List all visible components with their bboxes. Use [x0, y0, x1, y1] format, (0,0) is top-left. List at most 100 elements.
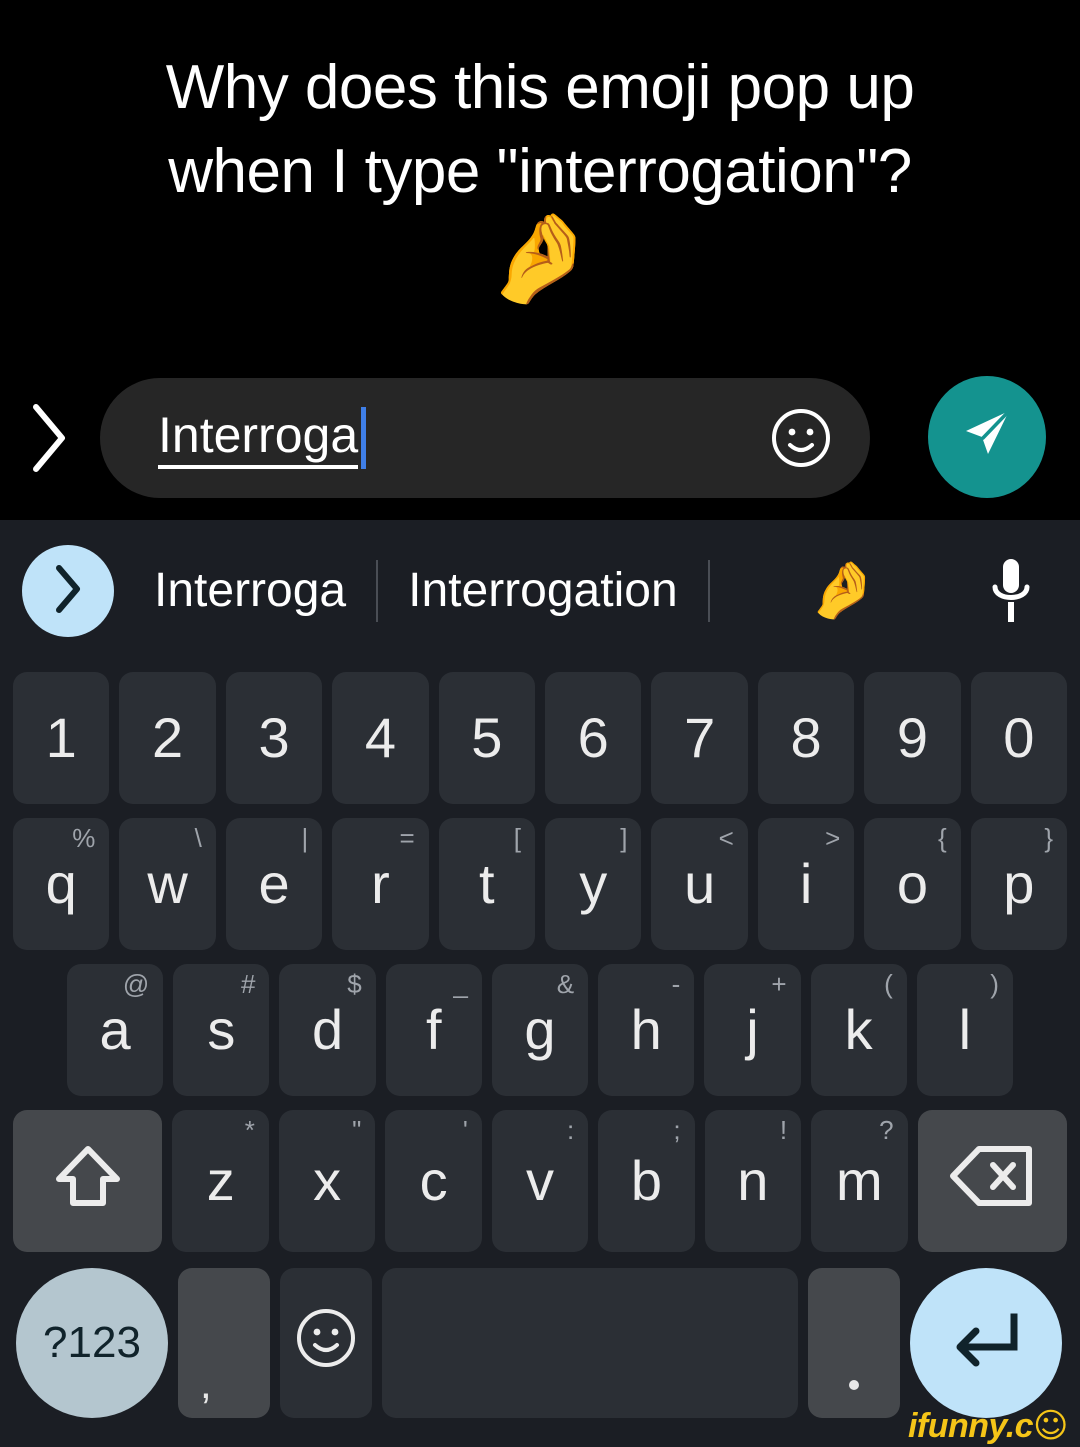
emoji-key[interactable] [280, 1268, 372, 1418]
keyboard-row-top: % q \ w | e = r [t ] y < u > i {o } p [0, 818, 1080, 950]
key-9[interactable]: 9 [864, 672, 961, 804]
key-label: 9 [896, 706, 929, 769]
suggestion-strip: Interroga Interrogation 🤌 [0, 520, 1080, 662]
symbols-toggle-key[interactable]: ?123 [16, 1268, 168, 1418]
key-label: l [958, 998, 972, 1061]
key-f[interactable]: _ f [385, 964, 482, 1096]
voice-input-button[interactable] [984, 554, 1038, 628]
key-n[interactable]: ! n [704, 1110, 802, 1252]
message-input-field[interactable]: Interroga [100, 378, 870, 498]
key-sublabel: \ [194, 823, 202, 853]
key-sublabel: | [301, 823, 309, 853]
key-label: 8 [790, 706, 822, 769]
key-2[interactable]: 2 [119, 672, 216, 804]
key-sublabel: $ [347, 969, 362, 999]
key-label: d [311, 998, 344, 1061]
key-label: v [526, 1149, 554, 1212]
key-g[interactable]: & g [491, 964, 589, 1096]
key-3[interactable]: 3 [225, 672, 323, 804]
ifunny-watermark: ifunny.c☺ [907, 1407, 1069, 1445]
key-label: w [147, 852, 188, 915]
key-label: q [45, 852, 77, 915]
suggestion-expand-button[interactable] [22, 545, 114, 637]
key-k[interactable]: (k [810, 964, 907, 1096]
key-i[interactable]: > i [757, 818, 855, 950]
key-e[interactable]: | e [225, 818, 323, 950]
key-m[interactable]: ? m [811, 1110, 908, 1252]
key-sublabel: # [240, 969, 256, 999]
key-0[interactable]: 0 [970, 672, 1068, 804]
key-label: k [844, 998, 873, 1061]
key-u[interactable]: < u [651, 818, 748, 950]
key-sublabel: < [718, 823, 734, 853]
period-key[interactable] [808, 1268, 900, 1418]
key-s[interactable]: # s [173, 964, 270, 1096]
key-label: 2 [152, 706, 184, 769]
send-button[interactable] [928, 376, 1046, 498]
key-r[interactable]: = r [332, 818, 429, 950]
key-label: u [684, 852, 716, 915]
suggestion-divider [707, 560, 710, 622]
smiley-face-icon [770, 409, 832, 473]
send-paper-plane-icon [952, 400, 1022, 475]
key-label: 5 [471, 706, 503, 769]
shift-key[interactable] [13, 1110, 163, 1252]
key-sublabel: % [72, 823, 96, 853]
suggestion-item-0[interactable]: Interroga [124, 565, 376, 617]
key-p[interactable]: } p [970, 818, 1068, 950]
key-1[interactable]: 1 [13, 672, 110, 804]
key-d[interactable]: $ d [279, 964, 376, 1096]
key-a[interactable]: @ a [67, 964, 164, 1096]
key-label: r [371, 852, 390, 915]
key-label: b [630, 1149, 663, 1212]
backspace-key[interactable] [917, 1110, 1067, 1252]
key-w[interactable]: \ w [119, 818, 216, 950]
key-sublabel: = [399, 823, 415, 853]
key-sublabel: + [771, 969, 787, 999]
space-key[interactable] [382, 1268, 798, 1418]
key-sublabel: { [937, 823, 947, 853]
key-label: ?123 [43, 1318, 141, 1367]
key-8[interactable]: 8 [757, 672, 855, 804]
key-sublabel: > [825, 823, 841, 853]
key-6[interactable]: 6 [545, 672, 642, 804]
attachment-expand-button[interactable] [0, 378, 100, 498]
suggestion-item-1[interactable]: Interrogation [378, 565, 708, 617]
pinched-fingers-emoji: 🤌 [485, 206, 595, 309]
key-label: f [425, 998, 442, 1061]
text-caret [361, 407, 366, 469]
key-sublabel: " [352, 1115, 362, 1145]
key-label: n [737, 1149, 769, 1212]
comma-key[interactable]: , [178, 1268, 270, 1418]
key-label: , [200, 1360, 212, 1407]
suggestion-emoji[interactable]: 🤌 [788, 561, 898, 621]
key-5[interactable]: 5 [438, 672, 536, 804]
key-t[interactable]: [t [438, 818, 536, 950]
key-o[interactable]: {o [864, 818, 961, 950]
key-label: c [419, 1149, 448, 1212]
key-h[interactable]: -h [598, 964, 695, 1096]
key-sublabel: * [244, 1115, 255, 1145]
key-4[interactable]: 4 [332, 672, 429, 804]
microphone-icon [984, 559, 1038, 632]
key-z[interactable]: * z [172, 1110, 269, 1252]
key-label: 3 [258, 706, 290, 769]
enter-key[interactable] [910, 1268, 1062, 1418]
chevron-right-icon [28, 401, 72, 475]
emoji-picker-button[interactable] [770, 407, 832, 469]
key-label: e [258, 852, 290, 915]
key-7[interactable]: 7 [651, 672, 748, 804]
key-b[interactable]: ; b [598, 1110, 695, 1252]
composing-text-value: Interroga [158, 407, 359, 463]
key-x[interactable]: " x [278, 1110, 376, 1252]
key-label: 1 [45, 706, 77, 769]
key-j[interactable]: + j [704, 964, 801, 1096]
key-l[interactable]: ) l [916, 964, 1013, 1096]
key-c[interactable]: ' c [385, 1110, 482, 1252]
key-sublabel: & [556, 969, 575, 999]
key-sublabel: _ [453, 969, 468, 999]
key-y[interactable]: ] y [545, 818, 642, 950]
key-v[interactable]: :v [491, 1110, 589, 1252]
key-q[interactable]: % q [13, 818, 110, 950]
watermark-text: ifunny.c [907, 1407, 1034, 1445]
